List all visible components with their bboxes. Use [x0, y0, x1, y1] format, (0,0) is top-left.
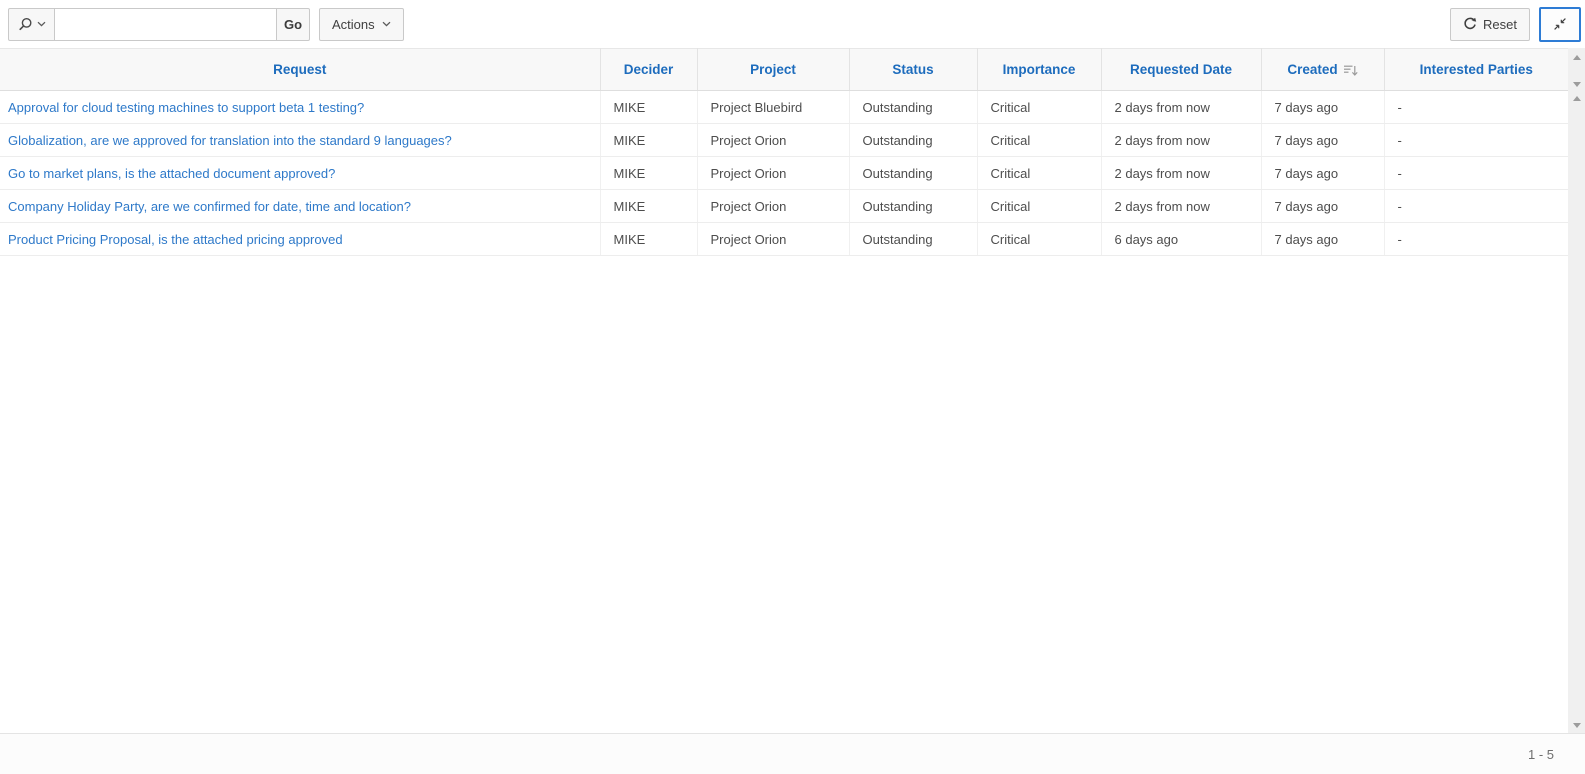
- column-header-interested-parties[interactable]: Interested Parties: [1384, 49, 1568, 91]
- request-link[interactable]: Globalization, are we approved for trans…: [8, 133, 452, 148]
- decider-cell: MIKE: [600, 223, 697, 256]
- interested-parties-cell: -: [1384, 190, 1568, 223]
- interactive-report: Go Actions Reset: [0, 0, 1585, 774]
- search-input[interactable]: [55, 8, 277, 41]
- importance-cell: Critical: [977, 91, 1101, 124]
- sort-descending-icon: [1343, 63, 1358, 77]
- column-header-decider[interactable]: Decider: [600, 49, 697, 91]
- header-scrollbar-stub: [1568, 48, 1585, 92]
- importance-cell: Critical: [977, 223, 1101, 256]
- column-header-importance[interactable]: Importance: [977, 49, 1101, 91]
- status-cell: Outstanding: [849, 190, 977, 223]
- interested-parties-cell: -: [1384, 157, 1568, 190]
- table-row: Product Pricing Proposal, is the attache…: [0, 223, 1568, 256]
- vertical-scrollbar[interactable]: [1568, 48, 1585, 733]
- decider-cell: MIKE: [600, 124, 697, 157]
- request-link[interactable]: Product Pricing Proposal, is the attache…: [8, 232, 343, 247]
- header-row: Request Decider Project Status Importanc…: [0, 49, 1568, 91]
- project-cell: Project Orion: [697, 190, 849, 223]
- decisions-table: Request Decider Project Status Importanc…: [0, 48, 1568, 256]
- interested-parties-cell: -: [1384, 223, 1568, 256]
- column-header-project[interactable]: Project: [697, 49, 849, 91]
- chevron-down-icon: [37, 21, 46, 27]
- decider-cell: MIKE: [600, 157, 697, 190]
- reset-button[interactable]: Reset: [1450, 8, 1530, 41]
- table-row: Go to market plans, is the attached docu…: [0, 157, 1568, 190]
- requested-date-cell: 2 days from now: [1101, 124, 1261, 157]
- go-button[interactable]: Go: [276, 8, 310, 41]
- requested-date-cell: 6 days ago: [1101, 223, 1261, 256]
- table-row: Approval for cloud testing machines to s…: [0, 91, 1568, 124]
- status-cell: Outstanding: [849, 124, 977, 157]
- scroll-down-arrow-icon[interactable]: [1573, 723, 1581, 728]
- scroll-down-arrow-icon[interactable]: [1573, 82, 1581, 87]
- scroll-up-arrow-icon[interactable]: [1573, 96, 1581, 101]
- report-footer: 1 - 5: [0, 733, 1585, 774]
- decider-cell: MIKE: [600, 91, 697, 124]
- created-cell: 7 days ago: [1261, 190, 1384, 223]
- toolbar-right-group: Reset: [1450, 7, 1581, 42]
- requested-date-cell: 2 days from now: [1101, 190, 1261, 223]
- scrollbar-track[interactable]: [1568, 92, 1585, 733]
- column-header-status[interactable]: Status: [849, 49, 977, 91]
- status-cell: Outstanding: [849, 157, 977, 190]
- table-row: Company Holiday Party, are we confirmed …: [0, 190, 1568, 223]
- importance-cell: Critical: [977, 157, 1101, 190]
- status-cell: Outstanding: [849, 223, 977, 256]
- column-header-requested-date[interactable]: Requested Date: [1101, 49, 1261, 91]
- status-cell: Outstanding: [849, 91, 977, 124]
- importance-cell: Critical: [977, 124, 1101, 157]
- reset-button-label: Reset: [1483, 17, 1517, 32]
- actions-menu-button[interactable]: Actions: [319, 8, 404, 41]
- request-link[interactable]: Company Holiday Party, are we confirmed …: [8, 199, 411, 214]
- created-cell: 7 days ago: [1261, 223, 1384, 256]
- request-link[interactable]: Approval for cloud testing machines to s…: [8, 100, 364, 115]
- project-cell: Project Bluebird: [697, 91, 849, 124]
- scroll-up-arrow-icon[interactable]: [1573, 55, 1581, 60]
- search-bar: Go: [8, 8, 310, 41]
- requested-date-cell: 2 days from now: [1101, 157, 1261, 190]
- project-cell: Project Orion: [697, 223, 849, 256]
- decider-cell: MIKE: [600, 190, 697, 223]
- created-cell: 7 days ago: [1261, 91, 1384, 124]
- report-body: Request Decider Project Status Importanc…: [0, 48, 1585, 733]
- magnifier-icon: [18, 17, 33, 32]
- project-cell: Project Orion: [697, 157, 849, 190]
- interested-parties-cell: -: [1384, 124, 1568, 157]
- column-header-created[interactable]: Created: [1261, 49, 1384, 91]
- interested-parties-cell: -: [1384, 91, 1568, 124]
- created-cell: 7 days ago: [1261, 124, 1384, 157]
- chevron-down-icon: [382, 21, 391, 27]
- grid-region: Request Decider Project Status Importanc…: [0, 48, 1568, 733]
- column-header-request[interactable]: Request: [0, 49, 600, 91]
- importance-cell: Critical: [977, 190, 1101, 223]
- created-cell: 7 days ago: [1261, 157, 1384, 190]
- toolbar-left-group: Go Actions: [8, 8, 404, 41]
- collapse-inward-arrows-icon: [1552, 16, 1568, 32]
- table-row: Globalization, are we approved for trans…: [0, 124, 1568, 157]
- undo-circular-arrow-icon: [1463, 17, 1477, 31]
- request-link[interactable]: Go to market plans, is the attached docu…: [8, 166, 335, 181]
- pagination-label: 1 - 5: [1528, 747, 1554, 762]
- collapse-report-button[interactable]: [1539, 7, 1581, 42]
- actions-button-label: Actions: [332, 17, 375, 32]
- search-column-select-button[interactable]: [8, 8, 55, 41]
- requested-date-cell: 2 days from now: [1101, 91, 1261, 124]
- project-cell: Project Orion: [697, 124, 849, 157]
- report-toolbar: Go Actions Reset: [0, 0, 1585, 48]
